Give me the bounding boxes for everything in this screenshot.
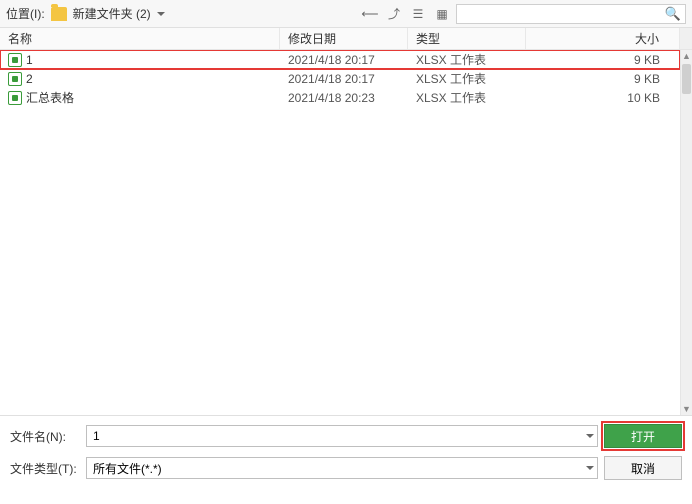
file-name: 1 bbox=[26, 53, 33, 67]
file-date: 2021/4/18 20:17 bbox=[280, 72, 408, 86]
chevron-down-icon[interactable] bbox=[157, 12, 165, 16]
filename-label: 文件名(N): bbox=[10, 428, 80, 445]
column-header-type[interactable]: 类型 bbox=[408, 28, 526, 49]
file-date: 2021/4/18 20:23 bbox=[280, 91, 408, 105]
table-row[interactable]: 2 2021/4/18 20:17XLSX 工作表9 KB bbox=[0, 69, 680, 88]
dialog-footer: 文件名(N): 打开 文件类型(T): 取消 bbox=[0, 415, 692, 488]
file-date: 2021/4/18 20:17 bbox=[280, 53, 408, 67]
up-icon[interactable]: ⤴ bbox=[386, 6, 402, 22]
file-type: XLSX 工作表 bbox=[408, 89, 526, 106]
list-view-icon[interactable]: ☰ bbox=[410, 6, 426, 22]
vertical-scrollbar[interactable]: ▲ ▼ bbox=[680, 50, 692, 415]
file-size: 10 KB bbox=[526, 91, 680, 105]
grid-view-icon[interactable]: ▦ bbox=[434, 6, 450, 22]
back-icon[interactable]: ⟵ bbox=[362, 6, 378, 22]
filetype-select[interactable] bbox=[86, 457, 598, 479]
file-type: XLSX 工作表 bbox=[408, 51, 526, 68]
column-header-name[interactable]: 名称 bbox=[0, 28, 280, 49]
table-row[interactable]: 汇总表格 2021/4/18 20:23XLSX 工作表10 KB bbox=[0, 88, 680, 107]
file-size: 9 KB bbox=[526, 72, 680, 86]
file-list: 12021/4/18 20:17XLSX 工作表9 KB22021/4/18 2… bbox=[0, 50, 692, 415]
location-bar: 位置(I): 新建文件夹 (2) ⟵ ⤴ ☰ ▦ 🔍 bbox=[0, 0, 692, 28]
toolbar-icons: ⟵ ⤴ ☰ ▦ bbox=[362, 6, 450, 22]
location-label: 位置(I): bbox=[6, 5, 45, 22]
cancel-button[interactable]: 取消 bbox=[604, 456, 682, 480]
filetype-label: 文件类型(T): bbox=[10, 460, 80, 477]
table-row[interactable]: 1 2021/4/18 20:17XLSX 工作表9 KB bbox=[0, 50, 680, 69]
xlsx-file-icon bbox=[8, 53, 22, 67]
scroll-down-icon[interactable]: ▼ bbox=[681, 403, 692, 415]
file-type: XLSX 工作表 bbox=[408, 70, 526, 87]
search-box[interactable]: 🔍 bbox=[456, 4, 686, 24]
xlsx-file-icon bbox=[8, 72, 22, 86]
column-header-size[interactable]: 大小 bbox=[526, 28, 680, 49]
file-name: 2 bbox=[26, 72, 33, 86]
folder-icon bbox=[51, 7, 67, 21]
filename-input[interactable] bbox=[86, 425, 598, 447]
column-headers: 名称 修改日期 类型 大小 bbox=[0, 28, 692, 50]
scrollbar-thumb[interactable] bbox=[682, 64, 691, 94]
xlsx-file-icon bbox=[8, 91, 22, 105]
file-name: 汇总表格 bbox=[26, 89, 74, 106]
open-button[interactable]: 打开 bbox=[604, 424, 682, 448]
search-icon: 🔍 bbox=[665, 6, 681, 22]
scroll-up-icon[interactable]: ▲ bbox=[681, 50, 692, 62]
folder-name[interactable]: 新建文件夹 (2) bbox=[73, 5, 151, 22]
column-header-date[interactable]: 修改日期 bbox=[280, 28, 408, 49]
file-size: 9 KB bbox=[526, 53, 680, 67]
